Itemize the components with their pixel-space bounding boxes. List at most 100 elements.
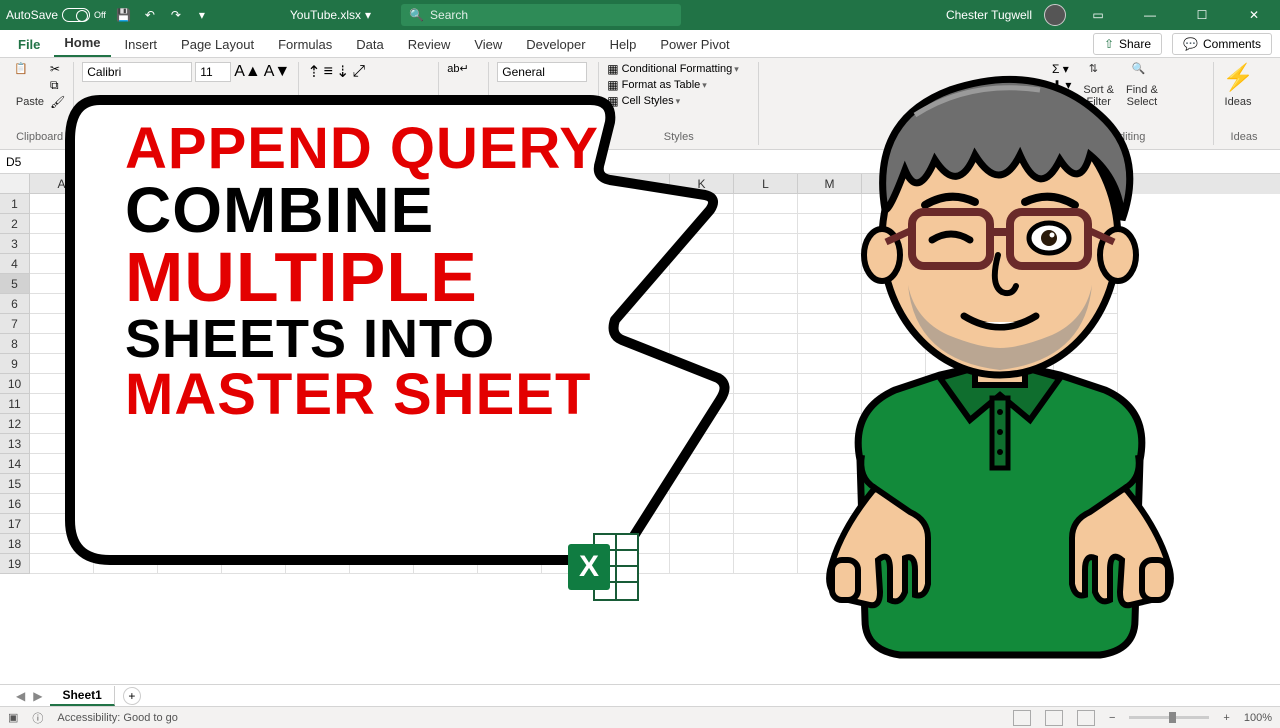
undo-icon[interactable]: ↶ bbox=[142, 7, 158, 23]
close-icon[interactable]: ✕ bbox=[1234, 0, 1274, 30]
tab-home[interactable]: Home bbox=[54, 30, 110, 57]
autosave-state: Off bbox=[94, 10, 106, 20]
qat-dropdown-icon[interactable]: ▾ bbox=[194, 7, 210, 23]
search-input[interactable]: 🔍 Search bbox=[401, 4, 681, 26]
decrease-font-icon[interactable]: A▼ bbox=[264, 63, 291, 81]
sheet-nav-next-icon[interactable]: ▶ bbox=[33, 689, 42, 703]
comment-icon: 💬 bbox=[1183, 37, 1198, 51]
comments-label: Comments bbox=[1203, 37, 1261, 51]
conditional-formatting-icon: ▦ bbox=[607, 62, 618, 76]
sheet-tabs: ◀ ▶ Sheet1 + bbox=[0, 684, 1280, 706]
tab-insert[interactable]: Insert bbox=[115, 32, 168, 57]
row-header-14[interactable]: 14 bbox=[0, 454, 30, 474]
bubble-line5: MASTER SHEET bbox=[125, 366, 599, 424]
bubble-line2: COMBINE bbox=[125, 178, 599, 242]
share-button[interactable]: ⇧ Share bbox=[1093, 33, 1162, 55]
select-all-button[interactable] bbox=[0, 174, 30, 194]
row-header-19[interactable]: 19 bbox=[0, 554, 30, 574]
cut-icon[interactable]: ✂ bbox=[50, 62, 65, 76]
paste-button[interactable]: 📋 Paste bbox=[14, 62, 46, 108]
cartoon-avatar bbox=[740, 60, 1260, 680]
bubble-text: APPEND QUERY COMBINE MULTIPLE SHEETS INT… bbox=[125, 120, 599, 424]
paste-icon: 📋 bbox=[14, 62, 46, 94]
zoom-level[interactable]: 100% bbox=[1244, 712, 1272, 724]
row-header-12[interactable]: 12 bbox=[0, 414, 30, 434]
search-icon: 🔍 bbox=[409, 8, 424, 22]
wrap-text-icon[interactable]: ab↵ bbox=[447, 62, 468, 75]
tab-file[interactable]: File bbox=[8, 32, 50, 57]
normal-view-icon[interactable] bbox=[1013, 710, 1031, 726]
accessibility-status[interactable]: Accessibility: Good to go bbox=[57, 712, 177, 724]
redo-icon[interactable]: ↷ bbox=[168, 7, 184, 23]
bubble-line4: SHEETS INTO bbox=[125, 312, 599, 366]
row-header-9[interactable]: 9 bbox=[0, 354, 30, 374]
bubble-line1: APPEND QUERY bbox=[125, 120, 599, 178]
font-size-combo[interactable]: 11 bbox=[195, 62, 231, 82]
zoom-in-icon[interactable]: + bbox=[1223, 712, 1229, 724]
row-header-2[interactable]: 2 bbox=[0, 214, 30, 234]
row-header-4[interactable]: 4 bbox=[0, 254, 30, 274]
row-header-5[interactable]: 5 bbox=[0, 274, 30, 294]
minimize-icon[interactable]: — bbox=[1130, 0, 1170, 30]
user-avatar-icon[interactable] bbox=[1044, 4, 1066, 26]
maximize-icon[interactable]: ☐ bbox=[1182, 0, 1222, 30]
row-header-13[interactable]: 13 bbox=[0, 434, 30, 454]
accessibility-icon: ⓘ bbox=[32, 710, 43, 726]
autosave-toggle[interactable]: AutoSave Off bbox=[6, 8, 106, 22]
row-header-15[interactable]: 15 bbox=[0, 474, 30, 494]
tab-help[interactable]: Help bbox=[600, 32, 647, 57]
increase-font-icon[interactable]: A▲ bbox=[234, 63, 261, 81]
zoom-out-icon[interactable]: − bbox=[1109, 712, 1115, 724]
excel-logo-icon: X bbox=[564, 526, 646, 608]
sheet-nav-prev-icon[interactable]: ◀ bbox=[16, 689, 25, 703]
toggle-off-icon[interactable] bbox=[62, 8, 90, 22]
svg-text:X: X bbox=[579, 550, 599, 583]
statusbar: ▣ ⓘ Accessibility: Good to go − + 100% bbox=[0, 706, 1280, 728]
comments-button[interactable]: 💬 Comments bbox=[1172, 33, 1272, 55]
tab-formulas[interactable]: Formulas bbox=[268, 32, 342, 57]
share-label: Share bbox=[1119, 37, 1151, 51]
tab-page-layout[interactable]: Page Layout bbox=[171, 32, 264, 57]
tab-developer[interactable]: Developer bbox=[516, 32, 595, 57]
row-header-11[interactable]: 11 bbox=[0, 394, 30, 414]
record-macro-icon[interactable]: ▣ bbox=[8, 711, 18, 724]
filename[interactable]: YouTube.xlsx ▾ bbox=[290, 8, 371, 22]
number-format-combo[interactable]: General bbox=[497, 62, 587, 82]
titlebar: AutoSave Off 💾 ↶ ↷ ▾ YouTube.xlsx ▾ 🔍 Se… bbox=[0, 0, 1280, 30]
page-layout-view-icon[interactable] bbox=[1045, 710, 1063, 726]
page-break-view-icon[interactable] bbox=[1077, 710, 1095, 726]
share-icon: ⇧ bbox=[1104, 37, 1114, 51]
speech-bubble-overlay: APPEND QUERY COMBINE MULTIPLE SHEETS INT… bbox=[50, 80, 730, 590]
tab-power-pivot[interactable]: Power Pivot bbox=[650, 32, 739, 57]
cond-fmt-label: Conditional Formatting bbox=[622, 63, 739, 75]
save-icon[interactable]: 💾 bbox=[116, 7, 132, 23]
name-box-value: D5 bbox=[6, 155, 21, 169]
row-header-18[interactable]: 18 bbox=[0, 534, 30, 554]
row-header-10[interactable]: 10 bbox=[0, 374, 30, 394]
sheet-tab-sheet1[interactable]: Sheet1 bbox=[50, 686, 114, 706]
align-middle-icon[interactable]: ≡ bbox=[324, 63, 333, 81]
bubble-line3: MULTIPLE bbox=[125, 242, 599, 312]
conditional-formatting-button[interactable]: ▦ Conditional Formatting bbox=[607, 62, 739, 76]
zoom-slider[interactable] bbox=[1129, 716, 1209, 719]
tab-data[interactable]: Data bbox=[346, 32, 393, 57]
tab-review[interactable]: Review bbox=[398, 32, 461, 57]
ribbon-tabs: File Home Insert Page Layout Formulas Da… bbox=[0, 30, 1280, 58]
row-header-3[interactable]: 3 bbox=[0, 234, 30, 254]
autosave-label: AutoSave bbox=[6, 8, 58, 22]
username[interactable]: Chester Tugwell bbox=[946, 8, 1032, 22]
row-header-16[interactable]: 16 bbox=[0, 494, 30, 514]
row-header-1[interactable]: 1 bbox=[0, 194, 30, 214]
ribbon-display-icon[interactable]: ▭ bbox=[1078, 0, 1118, 30]
row-header-7[interactable]: 7 bbox=[0, 314, 30, 334]
font-family-combo[interactable]: Calibri bbox=[82, 62, 192, 82]
row-header-8[interactable]: 8 bbox=[0, 334, 30, 354]
orientation-icon[interactable]: ⤢ bbox=[352, 63, 365, 81]
row-header-6[interactable]: 6 bbox=[0, 294, 30, 314]
align-top-icon[interactable]: ⇡ bbox=[307, 62, 320, 82]
chevron-down-icon: ▾ bbox=[365, 8, 371, 22]
add-sheet-button[interactable]: + bbox=[123, 687, 141, 705]
row-header-17[interactable]: 17 bbox=[0, 514, 30, 534]
align-bottom-icon[interactable]: ⇣ bbox=[336, 62, 349, 82]
tab-view[interactable]: View bbox=[464, 32, 512, 57]
